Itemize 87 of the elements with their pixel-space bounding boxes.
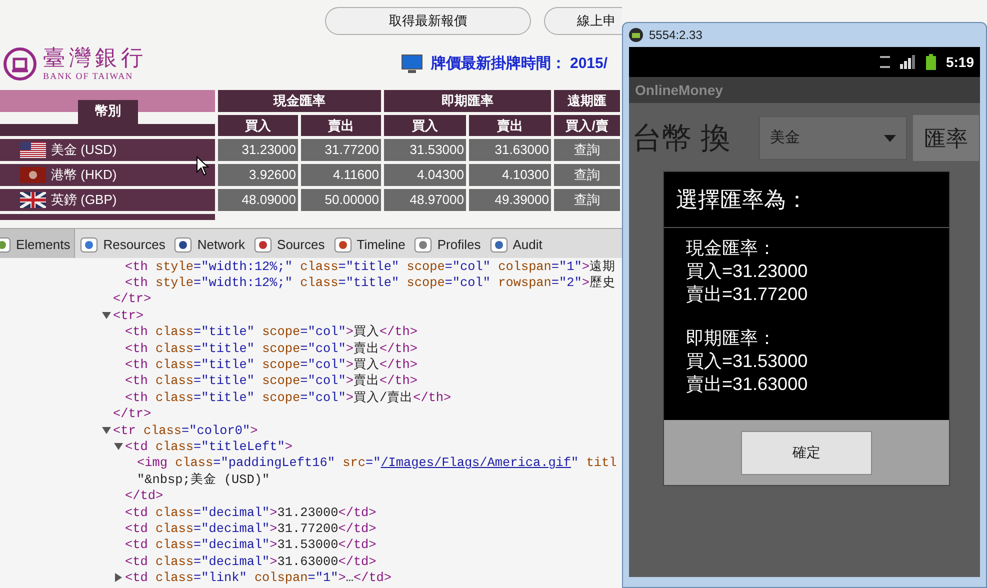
column-header: 賣出 [301,115,381,136]
rate-cell: 4.04300 [384,164,466,186]
rate-cell: 31.53000 [384,139,466,161]
battery-icon [926,54,936,70]
column-group-header: 即期匯率 [384,90,551,112]
flag-icon [20,192,46,208]
rate-line: 買入=31.23000 [686,260,809,283]
code-line: <tr> [113,306,144,325]
currency-name: 美金 (USD) [51,141,117,160]
rate-button[interactable]: 匯率 [913,115,979,161]
bank-emblem-icon [3,47,37,81]
code-line: <td class="link" colspan="1">…</td> [125,569,392,588]
code-line: <th style="width:12%;" class="title" scope="col" rowspan="2">歷史 [125,274,616,292]
code-line: <td class="decimal">31.53000</td> [125,536,376,554]
update-time-label: 牌價最新掛牌時間： [431,54,566,74]
expand-triangle-icon[interactable] [114,573,123,582]
tab-icon [413,235,434,255]
pill-button[interactable]: 線上申 [544,7,622,35]
rate-cell: 31.23000 [218,139,298,161]
bank-name: 臺灣銀行 [43,48,147,70]
code-line: <td class="decimal">31.23000</td> [125,504,376,522]
dropdown-caret-icon [884,134,896,142]
update-time-value: 2015/ [570,54,608,74]
column-header: 幣別 [78,100,138,124]
code-line: </tr> [113,405,152,424]
code-line: <th class="title" scope="col">賣出</th> [125,372,418,390]
column-group-header: 現金匯率 [218,90,381,112]
currency-name: 英鎊 (GBP) [51,191,117,210]
query-link[interactable]: 查詢 [554,189,620,211]
signal-icon [900,55,916,69]
rate-cell: 31.63000 [469,139,551,161]
code-line: <td class="decimal">31.63000</td> [125,552,376,571]
query-link[interactable]: 查詢 [554,164,620,186]
collapse-triangle-icon[interactable] [102,310,111,320]
rate-heading: 即期匯率： [686,327,777,350]
ok-button[interactable]: 確定 [741,430,872,474]
android-app-icon [628,27,644,43]
code-line: <tr class="color0"> [113,422,258,440]
tab-icon [79,235,100,255]
code-line: </tr> [113,290,152,308]
column-header: 買入 [384,115,466,136]
rate-line: 買入=31.53000 [686,350,809,373]
rate-cell: 31.77200 [301,139,381,161]
pill-button[interactable]: 取得最新報價 [325,7,531,35]
tab-icon [332,235,353,255]
flag-icon [20,142,46,158]
dialog-title: 選擇匯率為： [664,172,949,228]
collapse-triangle-icon[interactable] [114,442,123,451]
code-line: <th class="title" scope="col">賣出</th> [125,340,418,358]
column-header: 買入/賣 [554,115,620,136]
devtools-tab[interactable]: Elements [0,229,76,261]
code-line: <td class="decimal">31.77200</td> [125,520,376,538]
tab-icon [173,235,194,255]
code-line: <img class="paddingLeft16" src="/Images/Flags/America.gif" titl [137,454,617,472]
rate-line: 賣出=31.63000 [686,373,809,396]
rate-cell: 4.10300 [469,164,551,186]
rate-cell: 48.97000 [384,189,466,211]
column-group-header: 遠期匯 [554,90,620,112]
rate-cell: 4.11600 [301,164,381,186]
rate-line: 賣出=31.77200 [686,283,809,306]
code-line: "&nbsp;美金 (USD)" [137,470,270,489]
rate-cell: 48.09000 [218,189,298,211]
column-header: 買入 [218,115,298,136]
monitor-icon [401,53,423,75]
rate-cell: 50.00000 [301,189,381,211]
rate-cell: 3.92600 [218,164,298,186]
code-line: <th class="title" scope="col">買入</th> [125,323,418,342]
code-line: <th class="title" scope="col">買入/賣出</th> [125,388,452,407]
mouse-cursor-icon [196,156,210,176]
bank-subtitle: BANK OF TAIWAN [43,72,134,80]
app-title: OnlineMoney [629,77,980,103]
code-line: </td> [125,487,164,506]
rate-cell: 49.39000 [469,189,551,211]
prompt-label: 台幣 換 [632,120,732,156]
status-time: 5:19 [946,52,974,72]
query-link[interactable]: 查詢 [554,139,620,161]
tab-icon [488,235,509,255]
flag-icon [20,167,46,183]
code-line: <th class="title" scope="col">買入</th> [125,356,418,374]
tab-icon [253,235,274,255]
code-line: <th style="width:12%;" class="title" scope="col" colspan="1">遠期 [125,258,616,276]
window-title: 5554:2.33 [649,27,702,44]
rate-heading: 現金匯率： [686,237,777,260]
collapse-triangle-icon[interactable] [102,426,111,435]
code-line: <td class="titleLeft"> [125,438,293,456]
column-header: 賣出 [469,115,551,136]
currency-name: 港幣 (HKD) [51,166,117,184]
